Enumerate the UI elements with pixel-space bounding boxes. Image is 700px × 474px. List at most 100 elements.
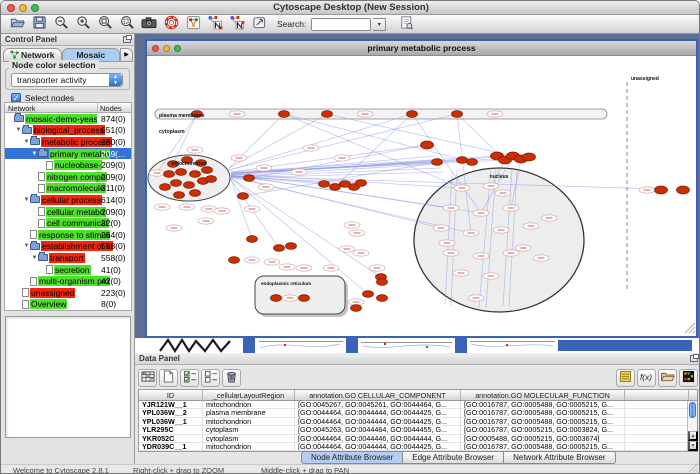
tab-overflow-button[interactable]: ▶ (120, 48, 133, 62)
tree-row-metabolic-process[interactable]: ▼metabolic process280(0) (5, 136, 131, 148)
tree-row-response-to-stimulu[interactable]: response to stimulu264(0) (5, 229, 131, 241)
tree-expander-icon[interactable]: ▼ (15, 127, 22, 133)
function-builder-button[interactable]: f(x) (637, 369, 656, 387)
tree-row-cellular-metabo[interactable]: cellular metabo209(0) (5, 206, 131, 218)
network-node[interactable] (356, 180, 367, 187)
tree-expander-icon[interactable]: ▼ (23, 139, 30, 145)
network-node[interactable] (206, 176, 217, 183)
tree-row-transport[interactable]: ▼transport558(0) (5, 252, 131, 264)
network-node[interactable] (351, 305, 362, 312)
network-node[interactable] (176, 169, 187, 176)
scrollbar-thumb[interactable] (689, 402, 696, 418)
network-node[interactable] (160, 184, 171, 191)
tab-edge-attribute-browser[interactable]: Edge Attribute Browser (403, 451, 504, 464)
network-node[interactable] (244, 175, 255, 182)
network-node[interactable] (421, 141, 434, 149)
table-row[interactable]: YJR121W__1mitochondrion[GO:0045267, GO:0… (139, 401, 697, 409)
new-attribute-button[interactable] (159, 369, 178, 387)
graphics-details-button[interactable] (183, 16, 203, 33)
zoom-fit-button[interactable] (95, 16, 115, 33)
network-node[interactable] (271, 295, 282, 302)
compartment-nucleus[interactable] (414, 168, 584, 312)
resize-grip[interactable] (689, 463, 698, 472)
network-node[interactable] (655, 186, 668, 194)
network-node[interactable] (377, 295, 388, 302)
delete-attribute-button[interactable] (222, 369, 241, 387)
network-node[interactable] (407, 111, 418, 118)
network-window-titlebar[interactable]: primary metabolic process (147, 41, 696, 56)
network-canvas[interactable]: plasma membranecytoplasmmitochondrionnuc… (147, 56, 696, 336)
zoom-in-button[interactable] (73, 16, 93, 33)
birds-eye-view[interactable] (5, 316, 131, 438)
open-session-button[interactable] (7, 16, 27, 33)
network-node[interactable] (677, 186, 690, 194)
scroll-down-button[interactable]: ▼ (688, 441, 698, 451)
tree-row-cell-communicat[interactable]: cell communicat22(0) (5, 217, 131, 229)
table-row[interactable]: YLR295Ccytoplasm[GO:0045263, GO:0044464,… (139, 426, 697, 434)
network-node[interactable] (190, 171, 201, 178)
tree-row-mosaic-demo-yeast[interactable]: mosaic-demo-yeast874(0) (5, 113, 131, 125)
network-node[interactable] (202, 167, 213, 174)
network-node[interactable] (319, 181, 330, 188)
search-input[interactable] (311, 18, 371, 31)
network-node[interactable] (363, 291, 374, 298)
search-dropdown-button[interactable]: ▾ (373, 18, 386, 31)
network-node[interactable] (457, 157, 468, 164)
export-snapshot-button[interactable] (139, 16, 159, 33)
attribute-list-button[interactable] (616, 369, 635, 387)
network-node[interactable] (432, 159, 443, 166)
network-node[interactable] (299, 295, 310, 302)
tree-expander-icon[interactable]: ▼ (23, 197, 30, 203)
first-neighbors-button[interactable] (205, 16, 225, 33)
tree-row-biological-process[interactable]: ▼biological_process651(0) (5, 125, 131, 137)
network-node[interactable] (467, 159, 478, 166)
network-node[interactable] (523, 153, 536, 161)
float-panel-icon[interactable] (123, 36, 131, 43)
tree-row-macromolecule[interactable]: macromolecule311(0) (5, 183, 131, 195)
tree-row-cellular-process[interactable]: ▼cellular process614(0) (5, 194, 131, 206)
network-node[interactable] (247, 236, 258, 243)
attribute-matrix-button[interactable] (138, 369, 157, 387)
network-node[interactable] (330, 184, 341, 191)
import-attributes-button[interactable] (658, 369, 677, 387)
scroll-up-button[interactable]: ▲ (688, 431, 698, 441)
save-session-button[interactable] (29, 16, 49, 33)
network-node[interactable] (190, 190, 201, 197)
tree-expander-icon[interactable]: ▼ (23, 243, 30, 249)
tree-row-nucleobase-[interactable]: nucleobase-209(0) (5, 159, 131, 171)
tab-network-attribute-browser[interactable]: Network Attribute Browser (504, 451, 615, 464)
network-node[interactable] (171, 180, 182, 187)
compartment-plasma-membrane[interactable] (155, 109, 607, 119)
color-matrix-button[interactable] (679, 369, 698, 387)
tree-expander-icon[interactable]: ▼ (31, 151, 38, 157)
annotations-button[interactable] (249, 16, 269, 33)
table-row[interactable]: YPL036W__1mitochondrion[GO:0044464, GO:0… (139, 418, 697, 426)
table-row[interactable]: YPL036W__2plasma membrane[GO:0044464, GO… (139, 409, 697, 417)
enhanced-search-options-button[interactable] (396, 16, 416, 33)
network-node[interactable] (322, 111, 333, 118)
tree-row-nitrogen-compo[interactable]: nitrogen compo209(0) (5, 171, 131, 183)
network-node[interactable] (279, 111, 290, 118)
column-header-1[interactable]: _cellularLayoutRegion (203, 390, 295, 400)
tree-expander-icon[interactable]: ▼ (31, 255, 38, 261)
tree-header-nodes[interactable]: Nodes (98, 103, 131, 112)
network-node[interactable] (174, 192, 185, 199)
tree-row-primary-metabo[interactable]: ▼primary metabo209(... (5, 148, 131, 160)
column-header-3[interactable]: annotation.GO MOLECULAR_FUNCTION (461, 390, 625, 400)
tree-row-overview[interactable]: Overview8(0) (5, 299, 131, 311)
zoom-selected-region-button[interactable] (117, 16, 137, 33)
tree-header-network[interactable]: Network (5, 103, 98, 112)
select-attributes-button[interactable] (180, 369, 199, 387)
tree-row-unassigned[interactable]: unassigned223(0) (5, 287, 131, 299)
expand-selection-button[interactable] (227, 16, 247, 33)
zoom-out-button[interactable] (51, 16, 71, 33)
network-node[interactable] (452, 111, 463, 118)
network-node[interactable] (377, 279, 388, 286)
column-header-0[interactable]: ID (139, 390, 203, 400)
tree-row-establishment-of-lo[interactable]: ▼establishment of lo558(0) (5, 241, 131, 253)
network-node[interactable] (238, 193, 249, 200)
network-node[interactable] (184, 182, 195, 189)
table-scrollbar[interactable]: ▲ ▼ (687, 401, 697, 451)
network-node[interactable] (229, 257, 240, 264)
unselect-attributes-button[interactable] (201, 369, 220, 387)
